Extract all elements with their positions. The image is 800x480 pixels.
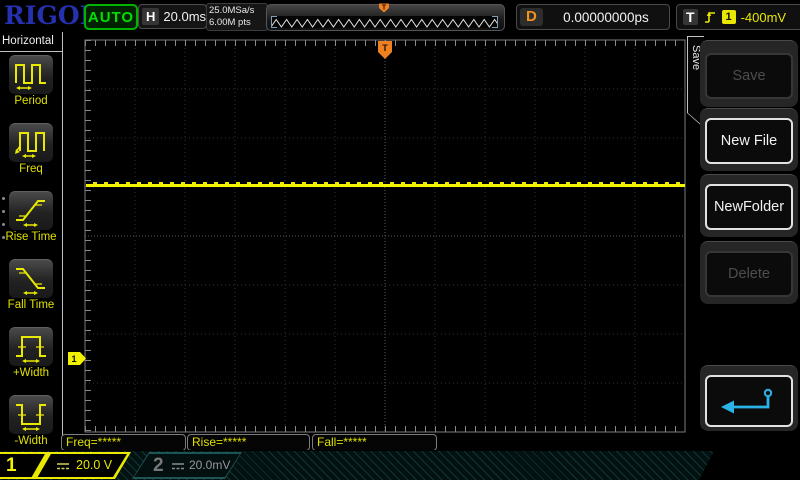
- trigger-label: T: [683, 9, 698, 25]
- return-button[interactable]: [700, 365, 798, 431]
- trigger-position-letter: T: [382, 43, 388, 53]
- channel1-number: 1: [6, 455, 17, 476]
- menu-item-label: Fall Time: [7, 299, 55, 311]
- new-file-button[interactable]: New File: [700, 108, 798, 171]
- trigger-box[interactable]: T 1 -400mV: [676, 4, 800, 30]
- right-menu-panel: Save Save New File NewFolder Delete: [686, 32, 800, 450]
- acquisition-info-box: 25.0MSa/s 6.00M pts: [206, 3, 268, 31]
- menu-item-freq[interactable]: Freq: [0, 123, 62, 188]
- channel1-divider: [29, 454, 53, 477]
- memory-depth: 6.00M pts: [209, 17, 251, 28]
- period-icon: [15, 64, 46, 90]
- channel1-scale: 20.0 V: [76, 458, 113, 472]
- measurement-freq: Freq=*****: [61, 434, 186, 451]
- trigger-mini-letter: T: [382, 5, 387, 12]
- delay-value: 0.00000000ps: [563, 9, 649, 25]
- menu-item-label: Freq: [19, 163, 43, 175]
- trigger-position-mini-marker[interactable]: T: [378, 3, 390, 14]
- status-bar: 1 20.0 V 2 20.0mV: [0, 450, 800, 480]
- menu-item-label: Rise Time: [5, 231, 57, 243]
- sample-rate: 25.0MSa/s: [209, 5, 255, 16]
- dc-coupling-icon: [57, 463, 69, 470]
- channel2-scale: 20.0mV: [189, 458, 231, 472]
- trigger-level-value: -400mV: [740, 9, 787, 25]
- menu-item-plus-width[interactable]: +Width: [0, 327, 62, 392]
- delete-button-label: Delete: [705, 251, 793, 297]
- delay-label: D: [520, 8, 543, 26]
- timebase-box[interactable]: H 20.0ms: [138, 4, 207, 29]
- plus-width-icon: [16, 336, 46, 363]
- fall-time-icon: [16, 268, 45, 295]
- menu-item-fall-time[interactable]: Fall Time: [0, 259, 62, 324]
- channel1-badge[interactable]: 1 20.0 V: [0, 452, 131, 479]
- measurement-fall: Fall=*****: [312, 434, 437, 451]
- new-folder-button[interactable]: NewFolder: [700, 174, 798, 237]
- new-folder-button-label: NewFolder: [705, 184, 793, 230]
- menu-item-period[interactable]: Period: [0, 55, 62, 120]
- memory-waveform-window: [270, 16, 501, 28]
- new-file-button-label: New File: [705, 118, 793, 164]
- run-status-badge: AUTO: [84, 4, 138, 30]
- save-button-label: Save: [705, 53, 793, 99]
- menu-page-dots: [2, 197, 5, 239]
- rise-time-icon: [16, 200, 45, 227]
- channel2-badge[interactable]: 2 20.0mV: [132, 452, 242, 479]
- trigger-source-badge: 1: [721, 10, 736, 24]
- window-bracket-right-icon: [492, 16, 498, 28]
- run-status-label: AUTO: [87, 8, 135, 26]
- measurement-rise: Rise=*****: [187, 434, 310, 451]
- left-menu-title: Horizontal: [0, 32, 62, 52]
- delete-button[interactable]: Delete: [700, 241, 798, 304]
- menu-item-rise-time[interactable]: Rise Time: [0, 191, 62, 256]
- menu-item-label: Period: [14, 95, 48, 107]
- minus-width-icon: [16, 404, 46, 431]
- graticule-area: T 1: [63, 32, 686, 455]
- oscilloscope-screen: RIGOL AUTO H 20.0ms 25.0MSa/s 6.00M pts …: [0, 0, 800, 480]
- memory-waveform-icon: [270, 18, 501, 28]
- channel1-marker-number: 1: [71, 354, 77, 365]
- channel2-number: 2: [153, 455, 164, 476]
- horizontal-label: H: [142, 8, 160, 25]
- left-menu-panel: Horizontal Period Freq Rise Time Fall Ti…: [0, 32, 63, 450]
- timebase-value: 20.0ms: [163, 9, 207, 24]
- save-button[interactable]: Save: [700, 40, 798, 107]
- channel1-trace: [86, 182, 685, 187]
- return-arrow-icon: [721, 388, 773, 414]
- window-bracket-left-icon: [271, 16, 277, 28]
- rising-edge-icon: [704, 11, 715, 23]
- delay-box[interactable]: D 0.00000000ps: [516, 4, 670, 30]
- graticule: T 1: [68, 39, 686, 433]
- menu-item-label: +Width: [12, 367, 50, 379]
- menu-item-label: -Width: [14, 435, 48, 447]
- dc-coupling-icon: [172, 463, 184, 470]
- freq-icon: [15, 132, 45, 158]
